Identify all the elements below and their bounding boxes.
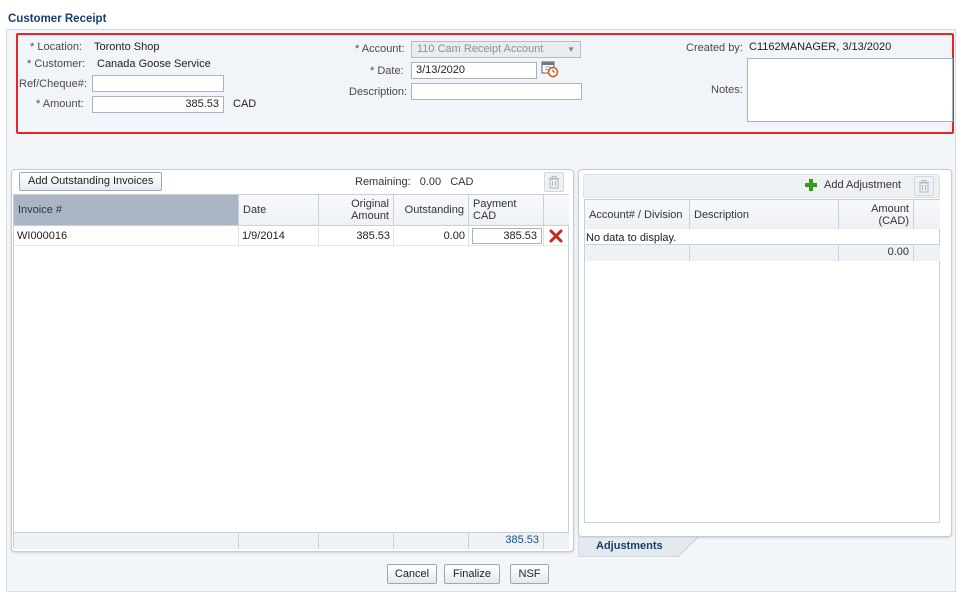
adjustments-total: 0.00 bbox=[839, 245, 914, 261]
invoice-number-cell: WI000016 bbox=[14, 227, 239, 247]
add-plus-icon bbox=[805, 179, 817, 191]
col-adj-amount[interactable]: Amount (CAD) bbox=[839, 200, 914, 229]
original-amount-cell: 385.53 bbox=[319, 227, 394, 247]
invoices-footer: 385.53 bbox=[14, 532, 569, 549]
remaining-currency: CAD bbox=[450, 176, 474, 188]
delete-x-icon[interactable] bbox=[548, 228, 564, 244]
footer-cell bbox=[239, 533, 319, 549]
invoices-grid: Invoice # Date Original Amount Outstandi… bbox=[13, 194, 569, 549]
date-label: * Date: bbox=[370, 65, 404, 77]
created-by-value: C1162MANAGER, 3/13/2020 bbox=[749, 41, 892, 53]
required-marker: * bbox=[370, 65, 375, 77]
col-date[interactable]: Date bbox=[239, 195, 319, 225]
footer-cell bbox=[585, 245, 690, 261]
footer-cell bbox=[394, 533, 469, 549]
date-label-text: Date: bbox=[377, 65, 404, 77]
col-actions bbox=[544, 195, 569, 225]
payment-cell: 385.53 bbox=[469, 226, 544, 246]
account-select-value: 110 Cam Receipt Account bbox=[417, 43, 544, 55]
footer-cell bbox=[690, 245, 839, 261]
tab-adjustments[interactable]: Adjustments bbox=[578, 537, 698, 557]
location-label: * Location: bbox=[30, 41, 82, 53]
adjustments-footer: 0.00 bbox=[585, 244, 940, 261]
cancel-button[interactable]: Cancel bbox=[387, 564, 437, 584]
notes-label: Notes: bbox=[711, 84, 743, 96]
col-original-amount[interactable]: Original Amount bbox=[319, 195, 394, 225]
footer-cell bbox=[319, 533, 394, 549]
amount-currency: CAD bbox=[233, 98, 257, 110]
footer-cell bbox=[914, 245, 940, 261]
location-value: Toronto Shop bbox=[94, 41, 160, 53]
empty-message: No data to display. bbox=[586, 232, 677, 244]
col-adj-description[interactable]: Description bbox=[690, 200, 839, 229]
remaining-value: 0.00 bbox=[419, 176, 442, 188]
ref-cheque-input[interactable] bbox=[92, 75, 224, 92]
footer-cell bbox=[14, 533, 239, 549]
dropdown-arrow-icon: ▼ bbox=[567, 45, 575, 54]
title-bar bbox=[6, 6, 956, 30]
account-select[interactable]: 110 Cam Receipt Account ▼ bbox=[411, 41, 581, 58]
calendar-clock-icon[interactable] bbox=[541, 60, 559, 78]
payment-total: 385.53 bbox=[469, 533, 544, 549]
created-by-label: Created by: bbox=[686, 42, 743, 54]
amount-label: * Amount: bbox=[36, 98, 84, 110]
adjustments-grid: Account# / Division Description Amount (… bbox=[584, 199, 940, 523]
customer-label-text: Customer: bbox=[34, 58, 86, 70]
title-divider bbox=[6, 29, 956, 30]
footer-cell bbox=[544, 533, 569, 549]
notes-textarea[interactable] bbox=[747, 58, 953, 122]
page-title: Customer Receipt bbox=[8, 13, 107, 25]
description-label: Description: bbox=[349, 86, 408, 98]
add-outstanding-invoices-button[interactable]: Add Outstanding Invoices bbox=[19, 172, 163, 191]
amount-label-text: Amount: bbox=[42, 98, 84, 110]
location-label-text: Location: bbox=[37, 41, 82, 53]
required-marker: * bbox=[355, 43, 360, 55]
account-label-text: Account: bbox=[361, 43, 405, 55]
outstanding-cell: 0.00 bbox=[394, 227, 469, 247]
amount-input[interactable]: 385.53 bbox=[92, 96, 224, 113]
invoice-date-cell: 1/9/2014 bbox=[239, 227, 319, 247]
tab-adjustments-label: Adjustments bbox=[596, 540, 663, 552]
col-account-division[interactable]: Account# / Division bbox=[585, 200, 690, 229]
col-outstanding[interactable]: Outstanding bbox=[394, 195, 469, 225]
customer-label: * Customer: bbox=[27, 58, 85, 70]
nsf-button[interactable]: NSF bbox=[510, 564, 549, 584]
adjustment-trash-icon[interactable] bbox=[914, 176, 934, 196]
invoice-trash-icon[interactable] bbox=[544, 172, 564, 192]
remaining-summary: Remaining: 0.00 CAD bbox=[355, 176, 473, 188]
table-row[interactable]: WI000016 1/9/2014 385.53 0.00 385.53 bbox=[14, 225, 569, 247]
add-adjustment-label: Add Adjustment bbox=[824, 179, 902, 191]
remaining-label: Remaining: bbox=[355, 176, 411, 188]
ref-cheque-label: Ref/Cheque#: bbox=[19, 78, 87, 90]
col-payment-cad[interactable]: Payment CAD bbox=[469, 195, 544, 225]
finalize-button[interactable]: Finalize bbox=[444, 564, 500, 584]
description-input[interactable] bbox=[411, 83, 582, 100]
col-invoice-number[interactable]: Invoice # bbox=[14, 195, 239, 225]
account-label: * Account: bbox=[355, 43, 405, 55]
add-adjustment-button[interactable]: Add Adjustment bbox=[804, 178, 901, 192]
col-adj-actions bbox=[914, 200, 940, 229]
date-input[interactable]: 3/13/2020 bbox=[411, 62, 537, 79]
required-marker: * bbox=[36, 98, 41, 110]
payment-input[interactable]: 385.53 bbox=[472, 228, 542, 244]
required-marker: * bbox=[30, 41, 35, 53]
customer-value: Canada Goose Service bbox=[97, 58, 211, 70]
required-marker: * bbox=[27, 58, 32, 70]
